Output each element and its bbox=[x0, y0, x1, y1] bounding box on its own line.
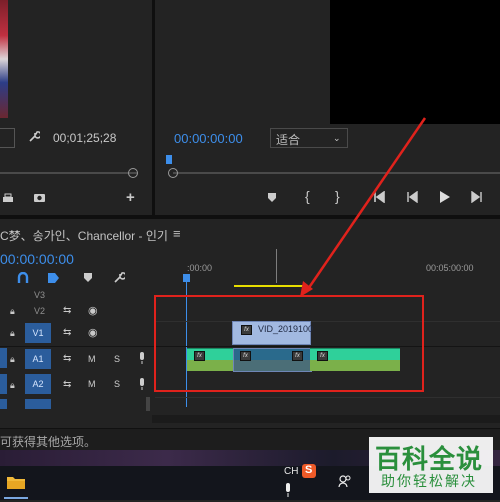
active-app-indicator bbox=[4, 497, 28, 499]
ime-language-indicator[interactable]: CH bbox=[284, 466, 298, 477]
microphone-tray-icon[interactable] bbox=[284, 483, 292, 502]
sogou-input-label: S bbox=[305, 464, 313, 476]
status-text: 可获得其他选项。 bbox=[0, 435, 97, 449]
folder-icon[interactable] bbox=[6, 474, 26, 490]
watermark-logo: 百科全说 助你轻松解决 bbox=[369, 437, 493, 493]
watermark-subtitle: 助你轻松解决 bbox=[381, 473, 477, 489]
annotation-arrow bbox=[300, 117, 427, 297]
people-icon[interactable] bbox=[338, 474, 352, 493]
sogou-input-icon[interactable]: S bbox=[302, 464, 316, 478]
